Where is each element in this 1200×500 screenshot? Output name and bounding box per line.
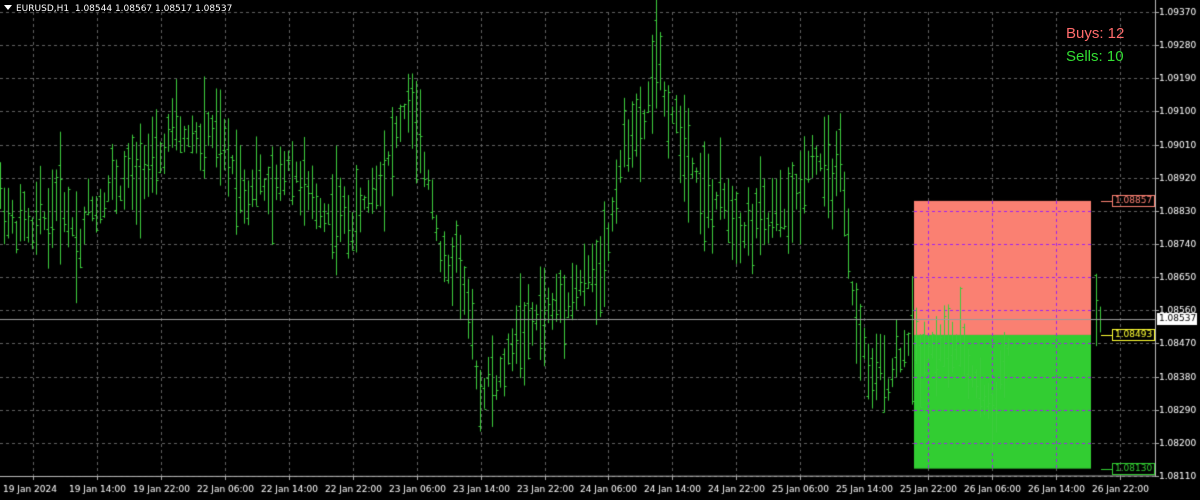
sells-count-label: Sells: 10: [1066, 48, 1124, 65]
dropdown-triangle-icon[interactable]: [4, 5, 12, 10]
buys-count-label: Buys: 12: [1066, 25, 1125, 42]
symbol-label: EURUSD,H1: [16, 4, 70, 14]
chart-header: EURUSD,H1 1.08544 1.08567 1.08517 1.0853…: [4, 3, 232, 15]
price-chart-canvas[interactable]: [0, 0, 1200, 500]
ohlc-readout: 1.08544 1.08567 1.08517 1.08537: [74, 4, 233, 14]
